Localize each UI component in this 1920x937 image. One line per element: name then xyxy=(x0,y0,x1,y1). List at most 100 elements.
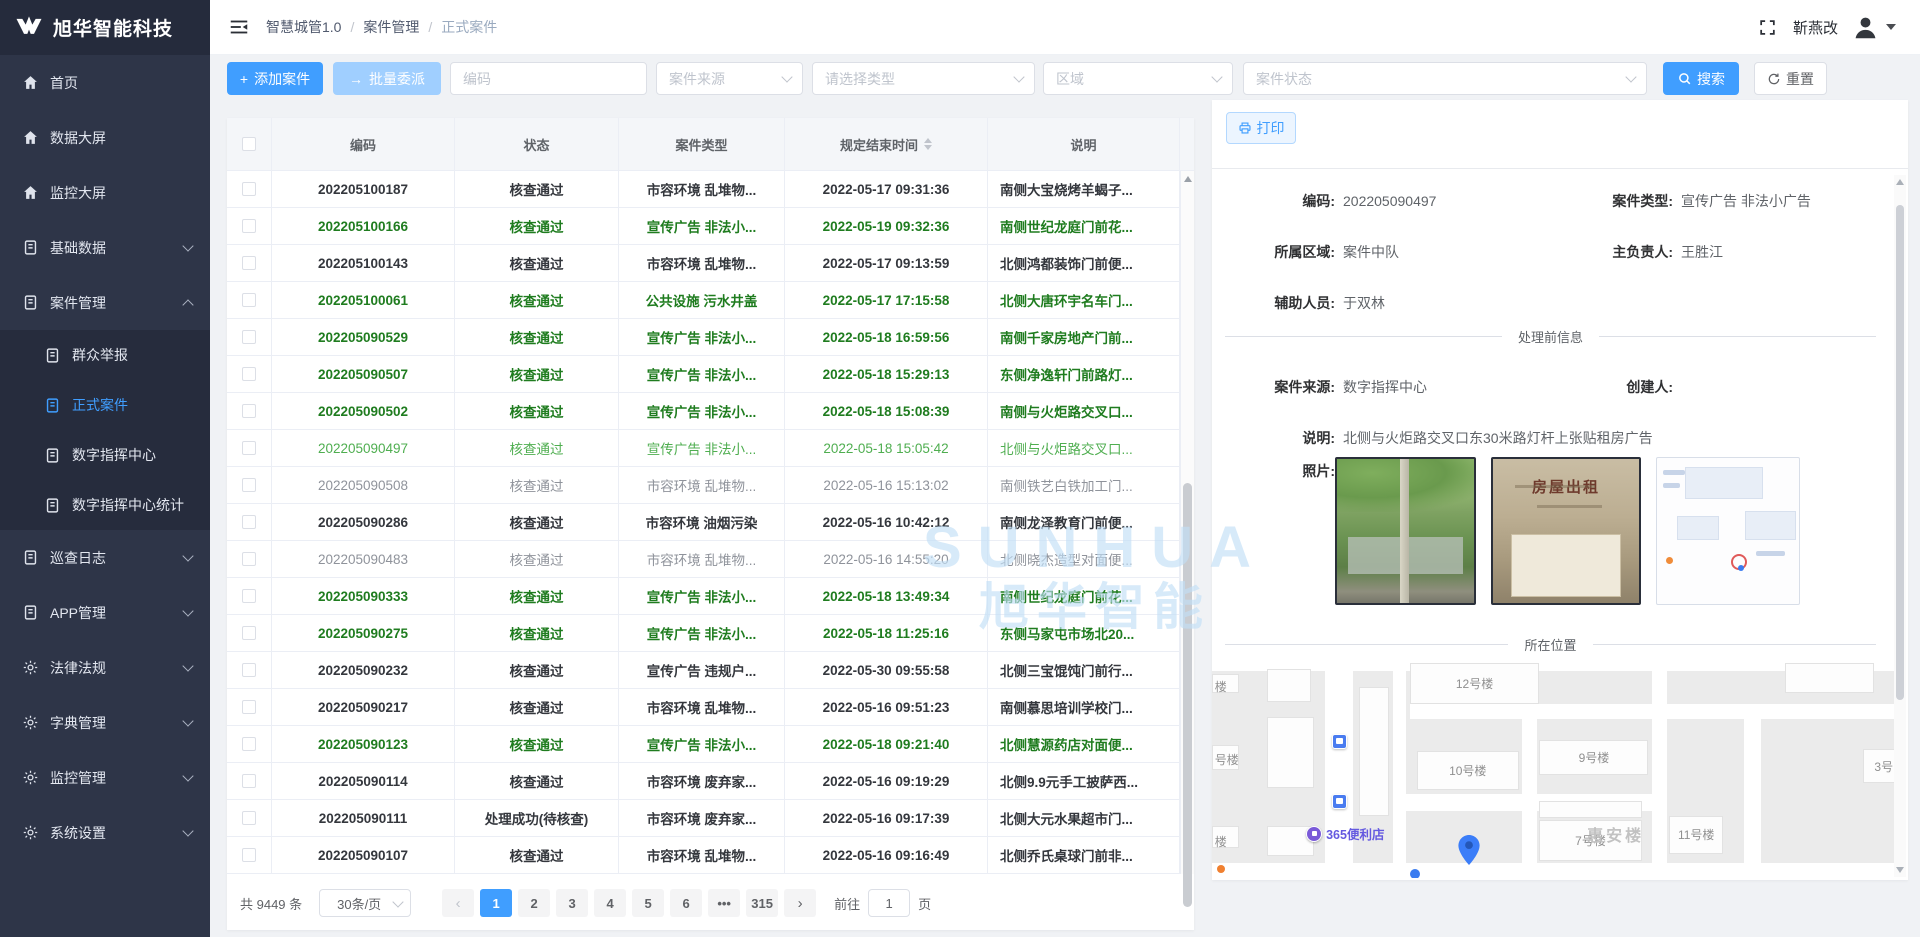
row-checkbox[interactable] xyxy=(242,182,256,196)
scroll-down-icon[interactable] xyxy=(1896,867,1904,873)
case-photo-map[interactable] xyxy=(1656,457,1800,605)
page-button-2[interactable]: 2 xyxy=(518,889,550,917)
page-button-315[interactable]: 315 xyxy=(746,889,778,917)
detail-scrollbar[interactable] xyxy=(1894,175,1906,877)
table-row[interactable]: 202205090497核查通过宣传广告 非法小...2022-05-18 15… xyxy=(227,430,1194,467)
bus-stop-icon[interactable] xyxy=(1332,734,1347,749)
table-row[interactable]: 202205100061核查通过公共设施 污水井盖2022-05-17 17:1… xyxy=(227,282,1194,319)
print-button[interactable]: 打印 xyxy=(1226,112,1296,144)
case-type-select[interactable]: 请选择类型 xyxy=(812,62,1035,95)
search-button[interactable]: 搜索 xyxy=(1663,62,1739,95)
table-row[interactable]: 202205090232核查通过宣传广告 违规户...2022-05-30 09… xyxy=(227,652,1194,689)
sidebar-item-app-management[interactable]: APP管理 xyxy=(0,585,210,640)
page-button-3[interactable]: 3 xyxy=(556,889,588,917)
select-all-checkbox[interactable] xyxy=(242,137,256,151)
row-checkbox[interactable] xyxy=(242,441,256,455)
page-button-1[interactable]: 1 xyxy=(480,889,512,917)
row-checkbox[interactable] xyxy=(242,330,256,344)
page-button-6[interactable]: 6 xyxy=(670,889,702,917)
row-checkbox[interactable] xyxy=(242,256,256,270)
table-row[interactable]: 202205090529核查通过宣传广告 非法小...2022-05-18 16… xyxy=(227,319,1194,356)
row-checkbox[interactable] xyxy=(242,811,256,825)
user-caret-icon[interactable] xyxy=(1886,24,1896,30)
row-checkbox[interactable] xyxy=(242,737,256,751)
row-checkbox[interactable] xyxy=(242,404,256,418)
sidebar-item-monitor-screen[interactable]: 监控大屏 xyxy=(0,165,210,220)
page-button-5[interactable]: 5 xyxy=(632,889,664,917)
sidebar-item-laws[interactable]: 法律法规 xyxy=(0,640,210,695)
sidebar-item-case-management[interactable]: 案件管理 xyxy=(0,275,210,330)
sidebar-item-monitor-management[interactable]: 监控管理 xyxy=(0,750,210,805)
breadcrumb-item[interactable]: 智慧城管1.0 xyxy=(266,17,341,37)
table-row[interactable]: 202205090333核查通过宣传广告 非法小...2022-05-18 13… xyxy=(227,578,1194,615)
table-row[interactable]: 202205100143核查通过市容环境 乱堆物...2022-05-17 09… xyxy=(227,245,1194,282)
table-row[interactable]: 202205090111处理成功(待核查)市容环境 废弃家...2022-05-… xyxy=(227,800,1194,837)
menu-collapse-icon[interactable] xyxy=(228,16,250,38)
poi-365-store[interactable]: 365便利店 xyxy=(1306,824,1384,843)
sidebar-item-patrol-log[interactable]: 巡查日志 xyxy=(0,530,210,585)
sidebar-item-base-data[interactable]: 基础数据 xyxy=(0,220,210,275)
row-checkbox[interactable] xyxy=(242,700,256,714)
table-row[interactable]: 202205090508核查通过市容环境 乱堆物...2022-05-16 15… xyxy=(227,467,1194,504)
sidebar-item-home[interactable]: 首页 xyxy=(0,55,210,110)
column-header-deadline[interactable]: 规定结束时间 xyxy=(785,118,988,170)
reset-button[interactable]: 重置 xyxy=(1754,62,1827,95)
table-row[interactable]: 202205090107核查通过市容环境 乱堆物...2022-05-16 09… xyxy=(227,837,1194,874)
location-map[interactable]: 12号楼10号楼9号楼3号7号楼11号楼楼号楼楼惠安楼365便利店 xyxy=(1212,663,1894,878)
table-row[interactable]: 202205100166核查通过宣传广告 非法小...2022-05-19 09… xyxy=(227,208,1194,245)
add-case-button[interactable]: +添加案件 xyxy=(227,62,323,95)
fullscreen-icon[interactable] xyxy=(1758,18,1777,37)
page-button-4[interactable]: 4 xyxy=(594,889,626,917)
table-row[interactable]: 202205090502核查通过宣传广告 非法小...2022-05-18 15… xyxy=(227,393,1194,430)
scroll-up-icon[interactable] xyxy=(1896,179,1904,185)
sidebar-item-data-screen[interactable]: 数据大屏 xyxy=(0,110,210,165)
table-row[interactable]: 202205090507核查通过宣传广告 非法小...2022-05-18 15… xyxy=(227,356,1194,393)
sidebar-item-dictionary[interactable]: 字典管理 xyxy=(0,695,210,750)
row-checkbox[interactable] xyxy=(242,293,256,307)
table-row[interactable]: 202205090286核查通过市容环境 油烟污染2022-05-16 10:4… xyxy=(227,504,1194,541)
next-page-button[interactable]: › xyxy=(784,889,816,917)
prev-page-button[interactable]: ‹ xyxy=(442,889,474,917)
row-checkbox[interactable] xyxy=(242,552,256,566)
table-row[interactable]: 202205090217核查通过市容环境 乱堆物...2022-05-16 09… xyxy=(227,689,1194,726)
row-checkbox[interactable] xyxy=(242,626,256,640)
code-input[interactable] xyxy=(450,62,647,95)
row-checkbox[interactable] xyxy=(242,589,256,603)
avatar[interactable] xyxy=(1852,14,1879,41)
sidebar-item-system-settings[interactable]: 系统设置 xyxy=(0,805,210,860)
row-checkbox[interactable] xyxy=(242,774,256,788)
case-status-select[interactable]: 案件状态 xyxy=(1243,62,1647,95)
sort-icon[interactable] xyxy=(924,138,932,150)
sidebar-item-formal-case[interactable]: 正式案件 xyxy=(0,380,210,430)
sidebar-item-digital-command-center[interactable]: 数字指挥中心 xyxy=(0,430,210,480)
sidebar-item-digital-command-stats[interactable]: 数字指挥中心统计 xyxy=(0,480,210,530)
row-checkbox[interactable] xyxy=(242,219,256,233)
scrollbar-thumb[interactable] xyxy=(1896,205,1904,700)
table-scrollbar[interactable] xyxy=(1180,171,1194,874)
page-more-button[interactable]: ••• xyxy=(708,889,740,917)
row-checkbox[interactable] xyxy=(242,478,256,492)
table-row[interactable]: 202205100187核查通过市容环境 乱堆物...2022-05-17 09… xyxy=(227,171,1194,208)
breadcrumb-item[interactable]: 案件管理 xyxy=(363,17,419,37)
sidebar-item-public-report[interactable]: 群众举报 xyxy=(0,330,210,380)
table-row[interactable]: 202205090275核查通过宣传广告 非法小...2022-05-18 11… xyxy=(227,615,1194,652)
batch-dispatch-button[interactable]: →批量委派 xyxy=(333,62,441,95)
table-row[interactable]: 202205090123核查通过宣传广告 非法小...2022-05-18 09… xyxy=(227,726,1194,763)
case-photo-ad-sign[interactable]: 房屋出租 xyxy=(1491,457,1641,605)
case-source-select[interactable]: 案件来源 xyxy=(656,62,803,95)
scroll-up-icon[interactable] xyxy=(1184,176,1192,182)
area-select[interactable]: 区域 xyxy=(1043,62,1233,95)
table-row[interactable]: 202205090114核查通过市容环境 废弃家...2022-05-16 09… xyxy=(227,763,1194,800)
bus-stop-icon[interactable] xyxy=(1332,794,1347,809)
cell-description: 南侧大宝烧烤羊蝎子... xyxy=(988,171,1180,207)
row-checkbox[interactable] xyxy=(242,663,256,677)
row-checkbox[interactable] xyxy=(242,848,256,862)
page-size-select[interactable]: 30条/页 xyxy=(319,889,411,917)
case-photo-street[interactable] xyxy=(1335,457,1476,605)
table-row[interactable]: 202205090483核查通过市容环境 乱堆物...2022-05-16 14… xyxy=(227,541,1194,578)
row-checkbox[interactable] xyxy=(242,367,256,381)
location-pin-icon[interactable] xyxy=(1458,835,1480,865)
scrollbar-thumb[interactable] xyxy=(1183,483,1192,907)
row-checkbox[interactable] xyxy=(242,515,256,529)
goto-page-input[interactable] xyxy=(868,889,910,917)
